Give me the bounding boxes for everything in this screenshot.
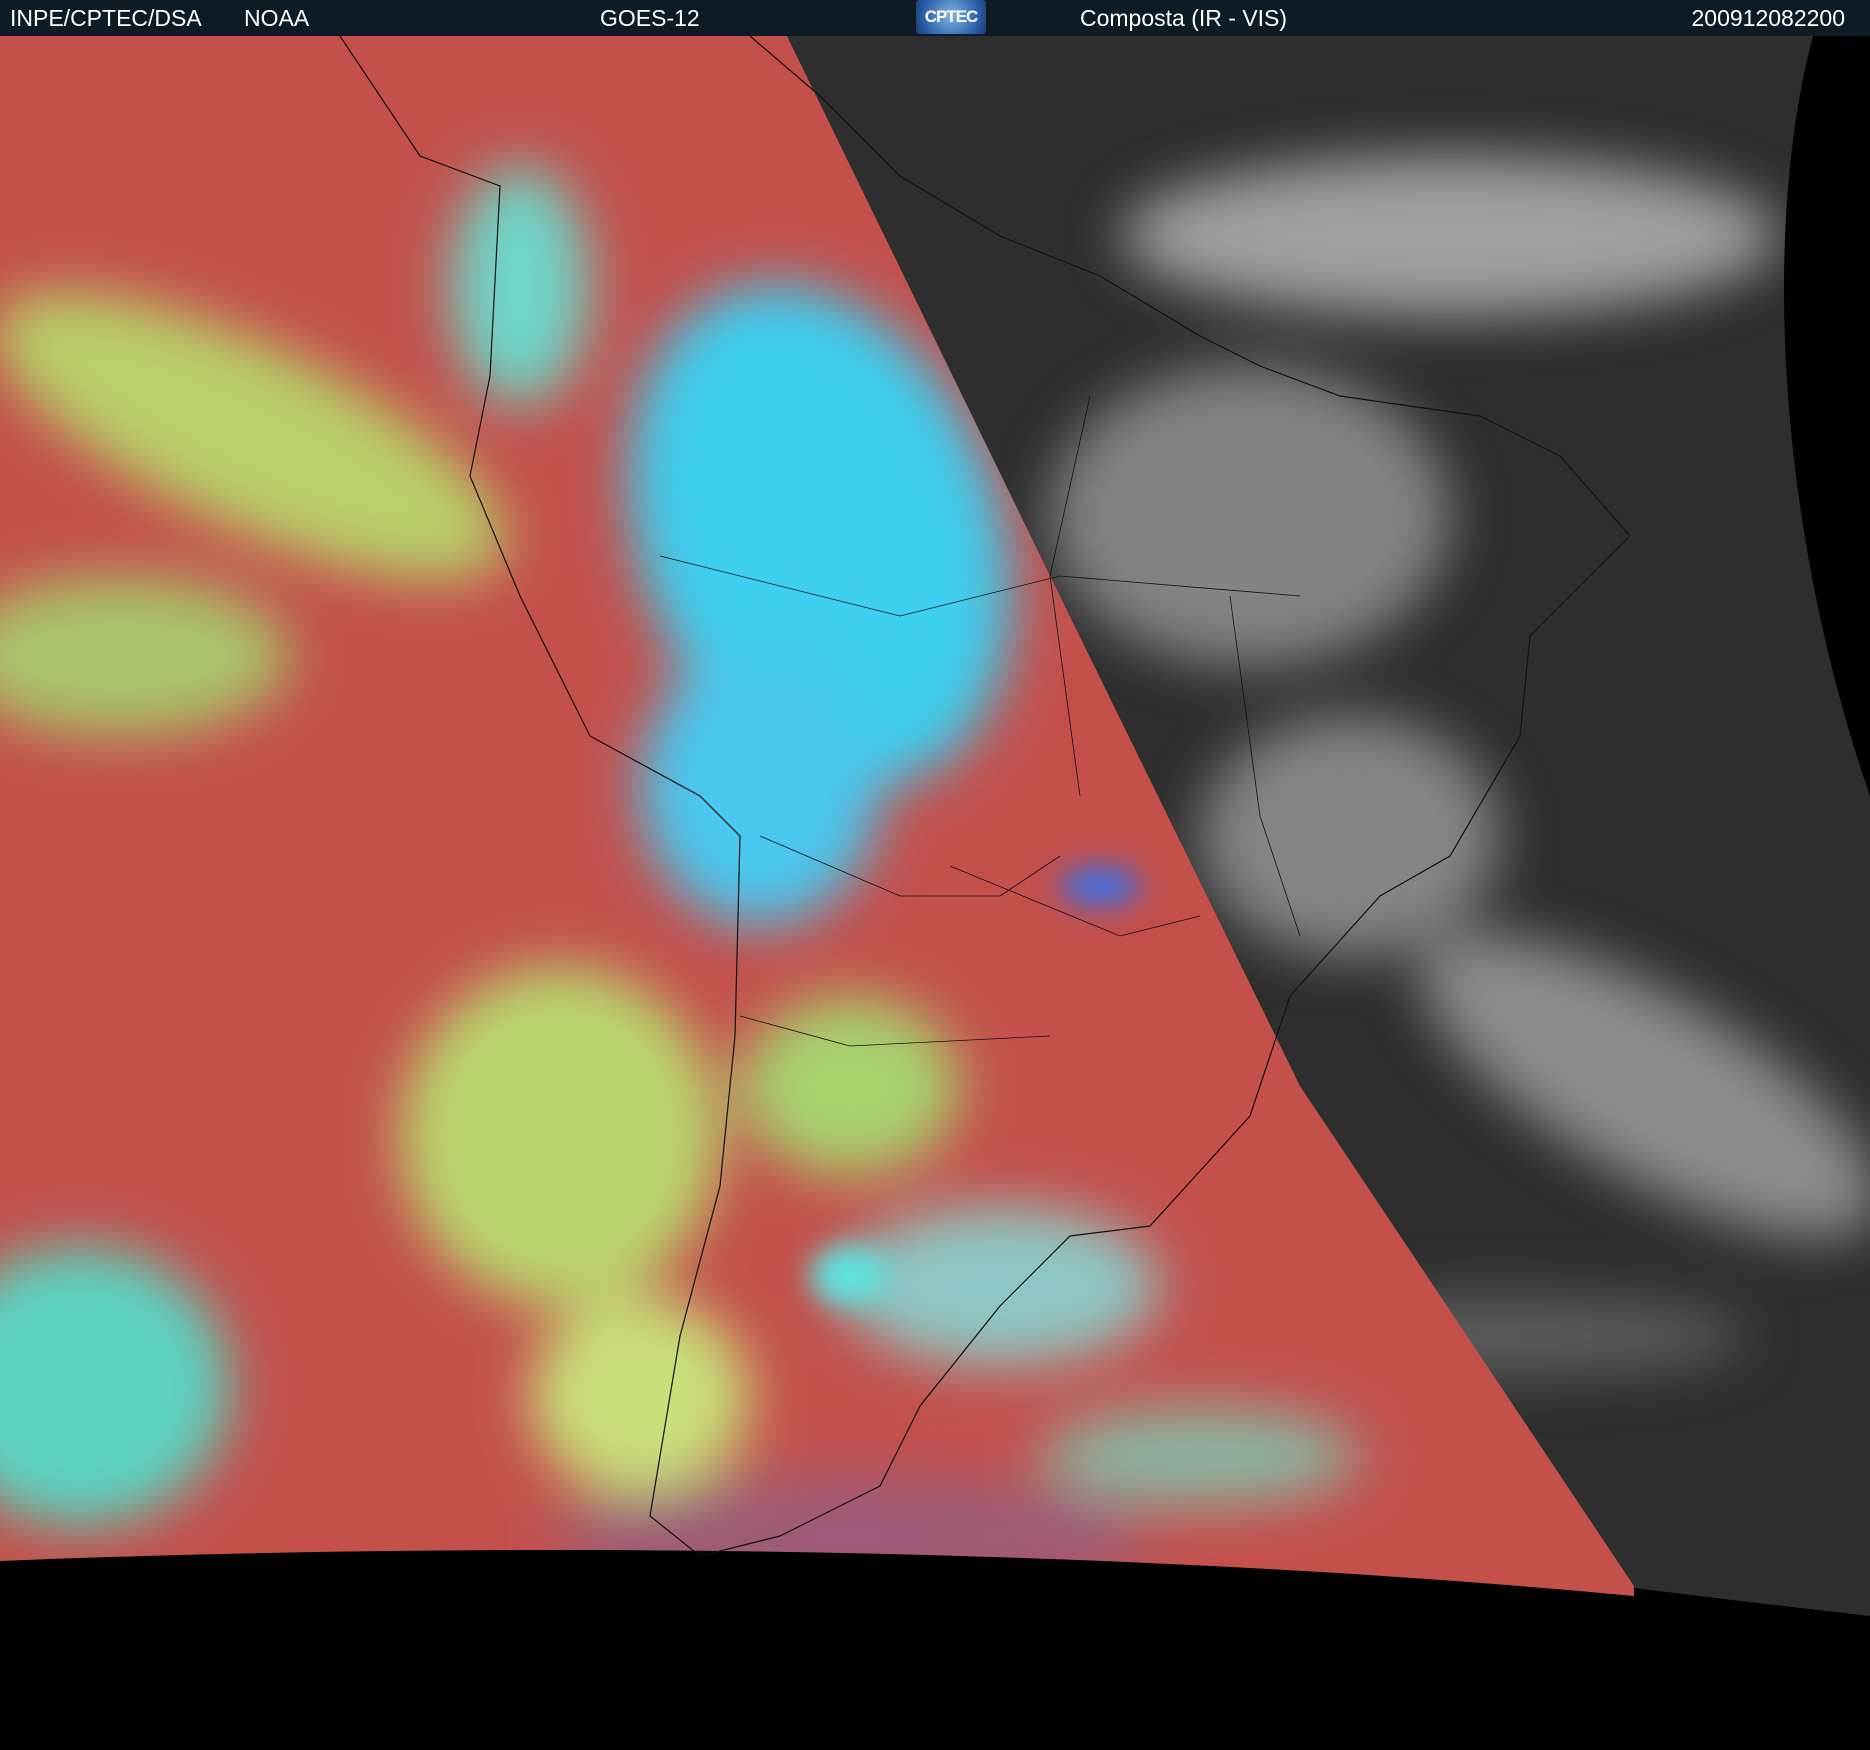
cptec-logo: CPTEC — [916, 0, 986, 34]
timestamp-label: 200912082200 — [1691, 5, 1846, 31]
satellite-label: GOES-12 — [600, 5, 700, 31]
satellite-image — [0, 36, 1870, 1750]
header-bar: INPE/CPTEC/DSA NOAA GOES-12 CPTEC Compos… — [0, 0, 1870, 36]
org-label: INPE/CPTEC/DSA — [10, 5, 202, 31]
agency-label: NOAA — [244, 5, 310, 31]
product-label: Composta (IR - VIS) — [1080, 5, 1288, 31]
